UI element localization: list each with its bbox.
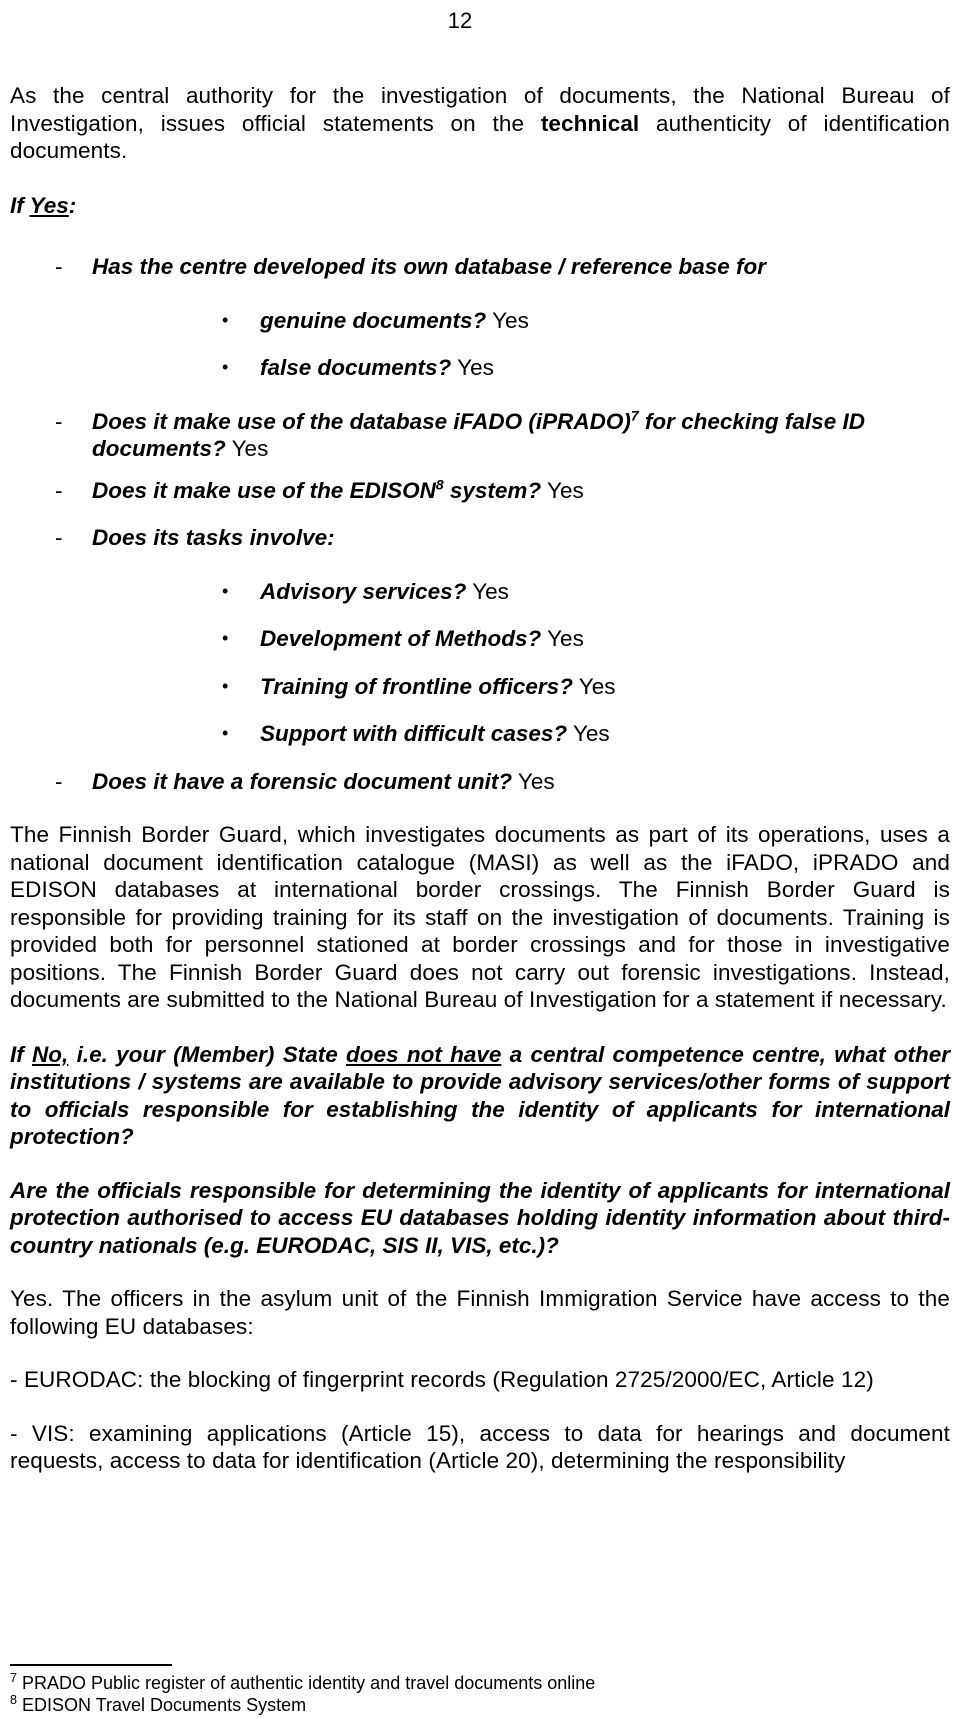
question-text: genuine documents? xyxy=(260,307,487,333)
question-text-before-sup: Does it make use of the database iFADO (… xyxy=(92,408,631,434)
if-no-part2: i.e. your (Member) State xyxy=(68,1041,347,1067)
bullet-marker: • xyxy=(222,580,229,601)
if-no-part1: If xyxy=(10,1041,33,1067)
question-answer: Yes xyxy=(512,768,555,794)
database-item-eurodac: - EURODAC: the blocking of fingerprint r… xyxy=(10,1367,874,1392)
question-text-after-sup: system? xyxy=(443,477,542,503)
dash-marker: - xyxy=(55,525,63,550)
question-bullet-advisory-services: • Advisory services? Yes xyxy=(10,578,950,606)
question-answer: Yes xyxy=(451,355,494,380)
if-no-question: If No, i.e. your (Member) State does not… xyxy=(10,1041,950,1151)
if-yes-prefix: If xyxy=(10,192,30,218)
if-yes-heading: If Yes: xyxy=(10,192,950,220)
footnote-separator-rule xyxy=(10,1664,172,1666)
eu-databases-question: Are the officials responsible for determ… xyxy=(10,1177,950,1258)
bullet-marker: • xyxy=(222,628,229,648)
question-text: Development of Methods? xyxy=(260,626,542,651)
question-answer: Yes xyxy=(541,626,584,651)
bullet-marker: • xyxy=(222,675,229,696)
question-text-before-sup: Does it make use of the EDISON xyxy=(92,477,436,503)
question-dash-database: - Has the centre developed its own databa… xyxy=(10,253,950,281)
border-guard-paragraph: The Finnish Border Guard, which investig… xyxy=(10,822,950,1012)
question-dash-edison: - Does it make use of the EDISON8 system?… xyxy=(10,477,950,505)
if-no-underlined-no: No, xyxy=(32,1041,69,1067)
dash-marker: - xyxy=(55,254,63,279)
footnote-8: 8 EDISON Travel Documents System xyxy=(10,1694,950,1716)
question-dash-forensic-unit: - Does it have a forensic document unit? … xyxy=(10,768,950,796)
footnote-marker-8: 8 xyxy=(10,1693,18,1707)
if-yes-underlined: Yes xyxy=(29,192,69,218)
question-bullet-genuine-documents: • genuine documents? Yes xyxy=(10,307,950,335)
question-answer: Yes xyxy=(225,436,269,461)
question-answer: Yes xyxy=(541,477,584,503)
dash-marker: - xyxy=(55,768,63,794)
footnote-7: 7 PRADO Public register of authentic ide… xyxy=(10,1672,950,1694)
intro-paragraph: As the central authority for the investi… xyxy=(10,82,950,165)
dash-marker: - xyxy=(55,408,63,434)
document-page: 12 As the central authority for the inve… xyxy=(0,0,960,1718)
if-yes-suffix: : xyxy=(68,192,77,218)
footnote-ref-8: 8 xyxy=(435,476,444,492)
database-item-vis: - VIS: examining applications (Article 1… xyxy=(10,1420,950,1474)
question-answer: Yes xyxy=(572,673,616,699)
question-text: Does it have a forensic document unit? xyxy=(92,768,513,794)
question-bullet-support-difficult-cases: • Support with difficult cases? Yes xyxy=(10,720,950,748)
question-bullet-training-officers: • Training of frontline officers? Yes xyxy=(10,673,950,701)
question-text: Has the centre developed its own databas… xyxy=(92,254,766,279)
page-number: 12 xyxy=(447,8,473,33)
question-text: Support with difficult cases? xyxy=(260,721,568,746)
dash-marker: - xyxy=(55,477,63,503)
question-bullet-development-methods: • Development of Methods? Yes xyxy=(10,625,950,653)
intro-bold-technical: technical xyxy=(540,110,640,136)
footnote-text-7: PRADO Public register of authentic ident… xyxy=(17,1673,596,1693)
question-bullet-false-documents: • false documents? Yes xyxy=(10,354,950,382)
if-no-underlined-does-not-have: does not have xyxy=(346,1041,502,1067)
footnotes-section: 7 PRADO Public register of authentic ide… xyxy=(10,1664,950,1716)
question-text: Does its tasks involve: xyxy=(92,525,335,550)
question-answer: Yes xyxy=(567,721,610,746)
question-text: false documents? xyxy=(260,355,452,380)
question-dash-ifado: - Does it make use of the database iFADO … xyxy=(10,408,950,463)
footnote-ref-7: 7 xyxy=(630,407,639,423)
question-dash-tasks-involve: - Does its tasks involve: xyxy=(10,524,950,552)
footnote-text-8: EDISON Travel Documents System xyxy=(17,1695,307,1715)
bullet-marker: • xyxy=(222,723,229,743)
question-text: Advisory services? xyxy=(260,578,467,604)
question-answer: Yes xyxy=(466,578,509,604)
question-answer: Yes xyxy=(486,307,529,333)
question-text: Training of frontline officers? xyxy=(260,673,573,699)
bullet-marker: • xyxy=(222,309,229,330)
bullet-marker: • xyxy=(222,357,229,377)
eu-databases-answer: Yes. The officers in the asylum unit of … xyxy=(10,1286,950,1339)
footnote-marker-7: 7 xyxy=(10,1671,18,1685)
